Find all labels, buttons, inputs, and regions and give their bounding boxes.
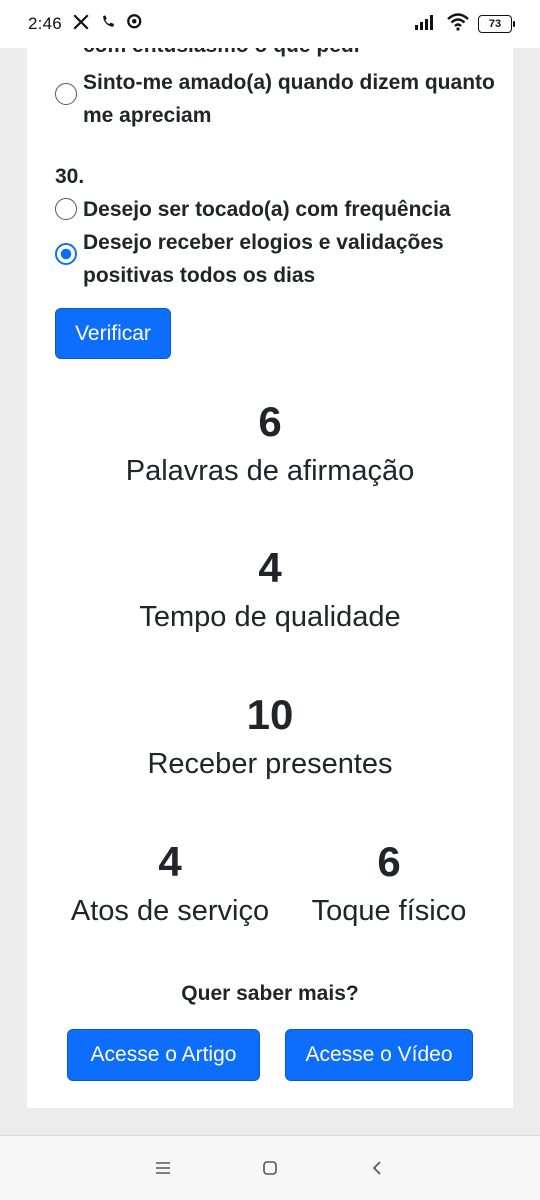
x-logo-icon (72, 13, 90, 36)
question-30-option-1-label: Desejo ser tocado(a) com frequência (83, 198, 451, 221)
video-button[interactable]: Acesse o Vídeo (285, 1029, 473, 1081)
home-icon[interactable] (255, 1153, 285, 1183)
score-gifts-value: 10 (246, 691, 294, 738)
verify-button[interactable]: Verificar (55, 308, 171, 359)
score-words-value: 6 (258, 398, 282, 445)
status-bar: 2:46 73 (0, 0, 540, 48)
score-service-value: 4 (158, 838, 182, 885)
score-touch-label: Toque físico (311, 895, 467, 927)
score-words: 6 Palavras de afirmação (27, 398, 513, 490)
score-touch: 6 Toque físico (289, 838, 489, 930)
score-quality-time-value: 4 (258, 544, 282, 591)
question-30-option-2[interactable]: Desejo receber elogios e validações posi… (55, 226, 497, 292)
navigation-bar (0, 1135, 540, 1200)
previous-option-b[interactable]: Sinto-me amado(a) quando dizem quanto me… (55, 66, 497, 132)
previous-option-b-label: Sinto-me amado(a) quando dizem quanto me… (83, 71, 495, 127)
battery-icon: 73 (478, 15, 515, 33)
score-words-label: Palavras de afirmação (125, 455, 415, 487)
score-quality-time-label: Tempo de qualidade (139, 601, 401, 633)
status-time: 2:46 (28, 14, 62, 33)
radio-question-30-option-2[interactable] (55, 243, 77, 265)
phone-icon (100, 14, 116, 35)
chat-icon (126, 13, 144, 36)
question-30-option-1[interactable]: Desejo ser tocado(a) com frequência (55, 193, 497, 226)
score-quality-time: 4 Tempo de qualidade (27, 544, 513, 636)
previous-option-cut-text: com entusiasmo o que pedi (83, 48, 360, 62)
question-30-option-2-label: Desejo receber elogios e validações posi… (83, 231, 444, 287)
wifi-icon (446, 12, 470, 36)
radio-question-30-option-1[interactable] (55, 198, 77, 220)
score-gifts: 10 Receber presentes (27, 691, 513, 783)
content-card: com entusiasmo o que pedi Sinto-me amado… (27, 48, 513, 1108)
score-gifts-label: Receber presentes (147, 748, 393, 780)
radio-previous-option-b[interactable] (55, 83, 77, 105)
back-icon[interactable] (362, 1153, 392, 1183)
signal-icon (414, 14, 438, 35)
status-right: 73 (414, 12, 515, 36)
score-service: 4 Atos de serviço (57, 838, 283, 930)
score-service-label: Atos de serviço (70, 895, 270, 927)
quiz: Sinto-me amado(a) quando dizem quanto me… (27, 66, 513, 292)
menu-icon[interactable] (148, 1153, 178, 1183)
status-left: 2:46 (28, 13, 144, 36)
question-number: 30. (55, 165, 85, 188)
learn-more-question: Quer saber mais? (181, 982, 359, 1005)
score-touch-value: 6 (377, 838, 401, 885)
article-button[interactable]: Acesse o Artigo (67, 1029, 260, 1081)
